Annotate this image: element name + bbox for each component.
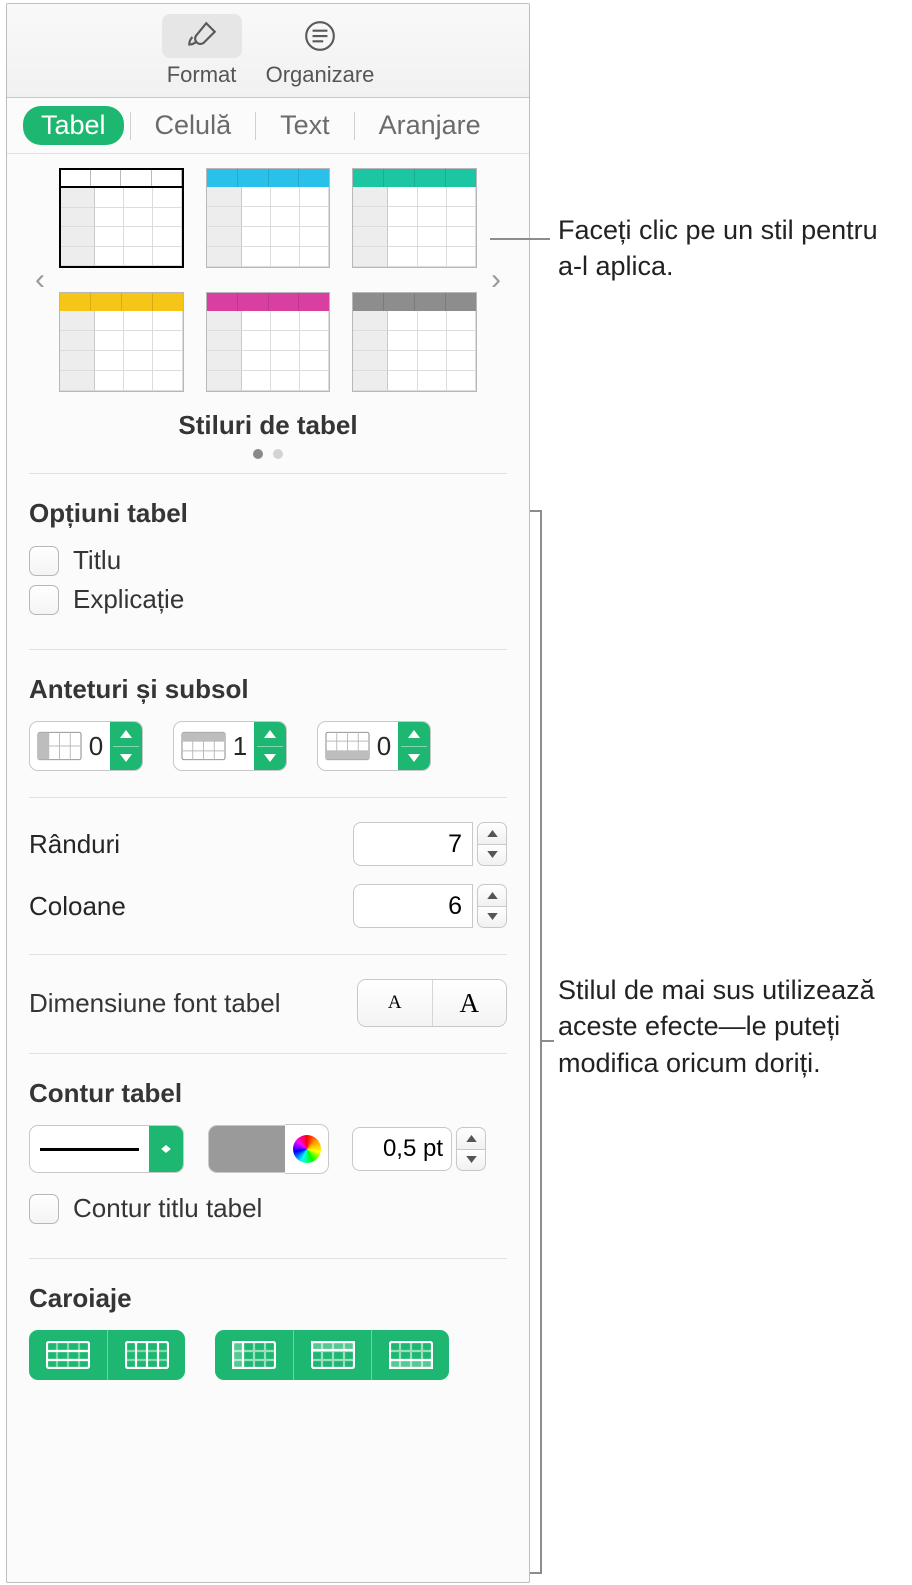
- header-rows-icon: [181, 731, 226, 761]
- cols-input[interactable]: [353, 884, 473, 928]
- caption-checkbox-label: Explicație: [73, 584, 184, 615]
- stepper-control[interactable]: [110, 722, 142, 770]
- rows-input[interactable]: [353, 822, 473, 866]
- outline-width-up[interactable]: [456, 1127, 486, 1150]
- stepper-control[interactable]: [254, 722, 286, 770]
- font-size-decrease[interactable]: A: [358, 980, 433, 1026]
- organize-tab-label: Organizare: [266, 62, 375, 88]
- gridlines-header-row[interactable]: [293, 1330, 371, 1380]
- font-size-segmented: A A: [357, 979, 507, 1027]
- outline-title-checkbox[interactable]: [29, 1194, 59, 1224]
- subtab-arrange[interactable]: Aranjare: [361, 106, 499, 145]
- header-columns-icon: [37, 731, 82, 761]
- stepper-control[interactable]: [398, 722, 430, 770]
- gridlines-header-segmented: [215, 1330, 449, 1380]
- table-options-heading: Opțiuni tabel: [29, 498, 507, 529]
- outline-width-down[interactable]: [456, 1150, 486, 1172]
- styles-next[interactable]: ›: [485, 250, 507, 310]
- line-style-preview: [40, 1148, 139, 1151]
- gridlines-body-segmented: [29, 1330, 185, 1380]
- rows-up[interactable]: [477, 822, 507, 845]
- title-checkbox[interactable]: [29, 546, 59, 576]
- cols-up[interactable]: [477, 884, 507, 907]
- table-style-swatch[interactable]: [59, 292, 184, 392]
- outline-line-style[interactable]: [29, 1125, 184, 1173]
- table-style-swatch[interactable]: [206, 168, 331, 268]
- title-checkbox-label: Titlu: [73, 545, 121, 576]
- styles-prev[interactable]: ‹: [29, 250, 51, 310]
- rows-down[interactable]: [477, 845, 507, 867]
- header-rows-value: 1: [226, 731, 254, 762]
- color-wheel-icon: [293, 1135, 321, 1163]
- inspector-toolbar: Format Organizare: [7, 4, 529, 98]
- footer-rows-value: 0: [370, 731, 398, 762]
- color-picker-button[interactable]: [285, 1124, 329, 1174]
- footer-rows-icon: [325, 731, 370, 761]
- cols-down[interactable]: [477, 907, 507, 929]
- gridlines-header-col[interactable]: [215, 1330, 293, 1380]
- cols-label: Coloane: [29, 891, 126, 922]
- footer-rows-stepper[interactable]: 0: [317, 721, 431, 771]
- rows-label: Rânduri: [29, 829, 120, 860]
- table-options-section: Opțiuni tabel Titlu Explicație: [29, 473, 507, 649]
- table-styles-carousel: ‹ ›: [29, 168, 507, 392]
- page-dot[interactable]: [273, 449, 283, 459]
- chevron-down-icon: [149, 1126, 183, 1172]
- table-style-swatch[interactable]: [352, 292, 477, 392]
- gridlines-section: Caroiaje: [29, 1258, 507, 1386]
- subtab-table[interactable]: Tabel: [23, 106, 124, 145]
- headers-footer-section: Anteturi și subsol 0 1: [29, 649, 507, 797]
- gridlines-body-horizontal[interactable]: [29, 1330, 107, 1380]
- gridlines-footer-row[interactable]: [371, 1330, 449, 1380]
- header-columns-stepper[interactable]: 0: [29, 721, 143, 771]
- format-tab-label: Format: [167, 62, 237, 88]
- subtab-cell[interactable]: Celulă: [137, 106, 250, 145]
- font-size-increase[interactable]: A: [433, 980, 507, 1026]
- gridlines-body-vertical[interactable]: [107, 1330, 185, 1380]
- annotation-effects: Stilul de mai sus utilizează aceste efec…: [558, 972, 908, 1081]
- annotation-leader: [490, 238, 550, 240]
- format-tab[interactable]: Format: [162, 14, 242, 88]
- table-styles-caption: Stiluri de tabel: [29, 410, 507, 441]
- table-style-swatch[interactable]: [352, 168, 477, 268]
- table-outline-section: Contur tabel: [29, 1053, 507, 1258]
- outline-color-well[interactable]: [208, 1125, 328, 1173]
- organize-tab[interactable]: Organizare: [266, 14, 375, 88]
- brush-icon: [162, 14, 242, 58]
- table-outline-heading: Contur tabel: [29, 1078, 507, 1109]
- subtab-text[interactable]: Text: [262, 106, 348, 145]
- rows-columns-section: Rânduri Coloane: [29, 797, 507, 954]
- gridlines-heading: Caroiaje: [29, 1283, 507, 1314]
- table-style-swatch[interactable]: [206, 292, 331, 392]
- header-columns-value: 0: [82, 731, 110, 762]
- format-subtabs: Tabel Celulă Text Aranjare: [7, 98, 529, 154]
- inspector-panel: Format Organizare Tabel Celulă Text Aran…: [6, 3, 530, 1583]
- caption-checkbox[interactable]: [29, 585, 59, 615]
- page-dot[interactable]: [253, 449, 263, 459]
- table-style-swatch[interactable]: [59, 168, 184, 268]
- styles-page-dots: [29, 449, 507, 459]
- outline-width-input[interactable]: [352, 1127, 452, 1171]
- headers-footer-heading: Anteturi și subsol: [29, 674, 507, 705]
- outline-title-label: Contur titlu tabel: [73, 1193, 262, 1224]
- font-size-label: Dimensiune font tabel: [29, 988, 280, 1019]
- table-font-size-section: Dimensiune font tabel A A: [29, 954, 507, 1053]
- header-rows-stepper[interactable]: 1: [173, 721, 287, 771]
- annotation-style-click: Faceți clic pe un stil pentru a-l aplica…: [558, 212, 888, 285]
- list-icon: [280, 14, 360, 58]
